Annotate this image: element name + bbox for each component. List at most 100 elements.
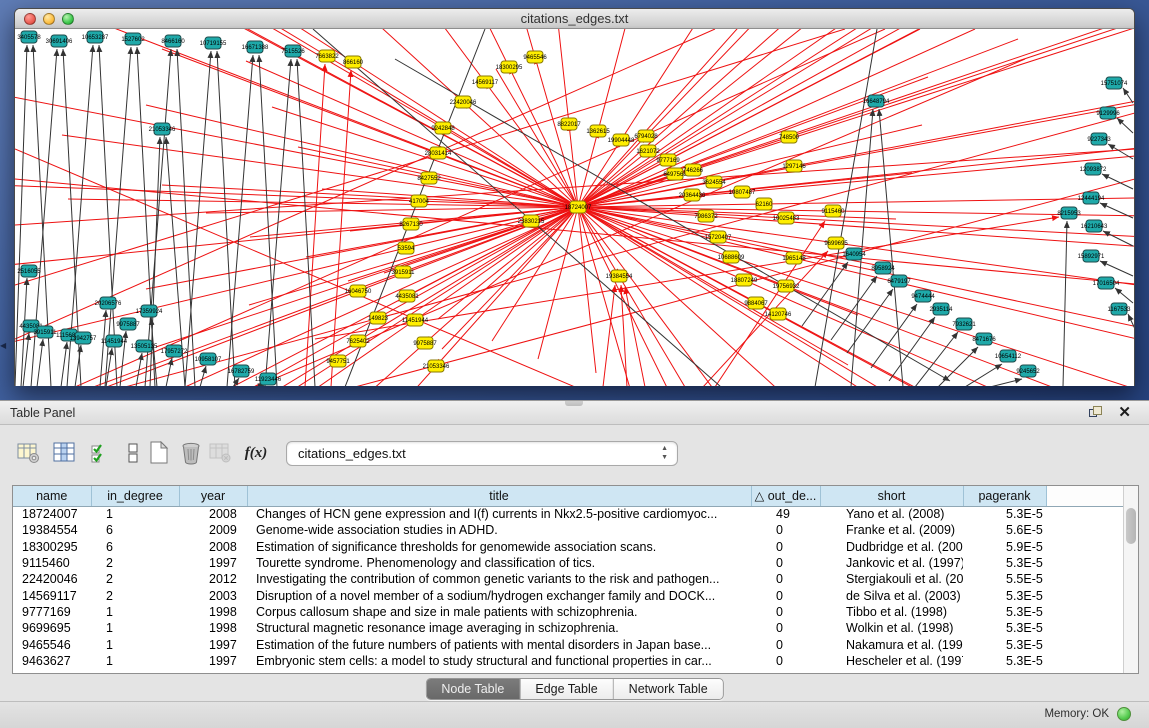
graph-node[interactable]: 9474444 [911, 290, 935, 302]
table-cell[interactable]: 5.3E-5 [963, 620, 1046, 636]
graph-node[interactable]: 8466160 [161, 35, 185, 47]
column-header-in_degree[interactable]: in_degree [91, 486, 179, 506]
graph-node[interactable]: 9465546 [523, 51, 547, 63]
graph-node[interactable]: 11923446 [255, 373, 282, 385]
table-cell[interactable]: 1997 [179, 555, 247, 571]
graph-node[interactable]: 3915911 [34, 326, 58, 338]
tab-node-table[interactable]: Node Table [426, 679, 520, 699]
tab-network-table[interactable]: Network Table [614, 679, 723, 699]
graph-edge[interactable] [15, 29, 429, 178]
table-cell[interactable]: Corpus callosum shape and size in male p… [247, 604, 751, 620]
graph-edge[interactable] [1117, 118, 1133, 133]
table-cell[interactable]: 0 [751, 636, 820, 652]
graph-node[interactable]: 10654112 [995, 350, 1022, 362]
table-cell[interactable]: 1998 [179, 620, 247, 636]
table-cell[interactable]: 2003 [179, 587, 247, 603]
column-header-out_de[interactable]: △ out_de... [751, 486, 820, 506]
table-cell[interactable]: Stergiakouli et al. (2012) [820, 571, 963, 587]
table-cell[interactable]: Yano et al. (2008) [820, 506, 963, 522]
table-cell[interactable]: Changes of HCN gene expression and I(f) … [247, 506, 751, 522]
table-cell[interactable]: de Silva et al. (2003) [820, 587, 963, 603]
graph-node[interactable]: 11451944 [101, 335, 128, 347]
network-window[interactable]: citations_edges.txt 18724007924284828031… [14, 8, 1135, 386]
graph-node[interactable]: 21053346 [149, 123, 176, 135]
column-header-title[interactable]: title [247, 486, 751, 506]
table-cell[interactable]: 9465546 [13, 636, 91, 652]
trash-icon[interactable] [178, 439, 204, 467]
graph-node[interactable]: 7625402 [346, 335, 370, 347]
graph-node[interactable]: 16210643 [1081, 220, 1108, 232]
graph-node[interactable]: 746266 [683, 164, 704, 176]
column-header-year[interactable]: year [179, 486, 247, 506]
function-builder-icon[interactable]: f(x) [240, 439, 272, 467]
collapse-panel-arrow-icon[interactable]: ◀ [0, 341, 6, 350]
graph-node[interactable]: 149823 [368, 312, 389, 324]
table-cell[interactable]: 6 [91, 539, 179, 555]
graph-edge[interactable] [61, 342, 67, 386]
graph-edge[interactable] [255, 59, 1025, 386]
table-cell[interactable]: Tourette syndrome. Phenomenology and cla… [247, 555, 751, 571]
graph-node[interactable]: 10807487 [729, 186, 756, 198]
table-row[interactable]: 2242004622012Investigating the contribut… [13, 571, 1125, 587]
table-cell[interactable]: 1997 [179, 653, 247, 669]
table-cell[interactable]: Nakamura et al. (1997) [820, 636, 963, 652]
splitter-grip[interactable] [565, 401, 583, 406]
table-cell[interactable]: 5.3E-5 [963, 555, 1046, 571]
graph-node[interactable]: 9242848 [431, 122, 455, 134]
graph-edge[interactable] [619, 276, 865, 386]
graph-node[interactable]: 30691406 [46, 35, 73, 47]
column-header-pagerank[interactable]: pagerank [963, 486, 1046, 506]
table-cell[interactable]: 2008 [179, 506, 247, 522]
column-header-name[interactable]: name [13, 486, 91, 506]
graph-edge[interactable] [794, 29, 1134, 166]
graph-edge[interactable] [200, 366, 206, 386]
graph-node[interactable]: 9227343 [1087, 133, 1111, 145]
graph-edge[interactable] [15, 29, 438, 153]
network-canvas[interactable]: 1872400792428482803141484275524170048267… [15, 29, 1134, 386]
table-cell[interactable]: 2012 [179, 571, 247, 587]
graph-edge[interactable] [1108, 144, 1133, 159]
table-row[interactable]: 946554611997Estimation of the future num… [13, 636, 1125, 652]
table-cell[interactable]: 5.3E-5 [963, 653, 1046, 669]
graph-edge[interactable] [692, 123, 1134, 195]
graph-edge[interactable] [259, 55, 277, 386]
graph-edge[interactable] [1115, 288, 1133, 303]
table-cell[interactable]: 1 [91, 604, 179, 620]
graph-edge[interactable] [1063, 221, 1067, 386]
close-panel-icon[interactable]: ✕ [1118, 404, 1131, 422]
graph-edge[interactable] [515, 29, 569, 124]
graph-edge[interactable] [621, 29, 879, 140]
graph-node[interactable]: 16671388 [242, 41, 269, 53]
table-cell[interactable]: 9463627 [13, 653, 91, 669]
graph-edge[interactable] [578, 140, 621, 207]
graph-node[interactable]: 22420046 [450, 96, 477, 108]
graph-node[interactable]: 9699695 [824, 237, 848, 249]
table-row[interactable]: 1456911722003Disruption of a novel membe… [13, 587, 1125, 603]
graph-edge[interactable] [578, 39, 1018, 207]
new-document-icon[interactable] [146, 439, 172, 467]
graph-node[interactable]: 16782759 [228, 365, 255, 377]
table-cell[interactable]: Jankovic et al. (1997) [820, 555, 963, 571]
graph-edge[interactable] [145, 49, 171, 386]
table-cell[interactable]: 0 [751, 653, 820, 669]
graph-node[interactable]: 2516055 [17, 265, 41, 277]
table-cell[interactable]: 1 [91, 636, 179, 652]
table-cell[interactable]: Estimation of significance thresholds fo… [247, 539, 751, 555]
graph-node[interactable]: 7663822 [315, 50, 339, 62]
table-cell[interactable]: Franke et al. (2009) [820, 522, 963, 538]
graph-node[interactable]: 8822017 [557, 118, 581, 130]
graph-edge[interactable] [815, 29, 877, 386]
row-height-icon[interactable] [120, 439, 146, 467]
table-row[interactable]: 1830029562008Estimation of significance … [13, 539, 1125, 555]
graph-edge[interactable] [786, 286, 1134, 386]
graph-edge[interactable] [831, 276, 877, 340]
table-cell[interactable]: 1998 [179, 604, 247, 620]
graph-node[interactable]: 9457751 [326, 355, 350, 367]
graph-node[interactable]: 9115460 [822, 205, 846, 217]
table-cell[interactable]: 2 [91, 587, 179, 603]
table-cell[interactable]: Genome-wide association studies in ADHD. [247, 522, 751, 538]
network-window-titlebar[interactable]: citations_edges.txt [15, 9, 1134, 29]
graph-node[interactable]: 9975887 [413, 337, 437, 349]
graph-edge[interactable] [706, 216, 1134, 270]
table-cell[interactable]: 14569117 [13, 587, 91, 603]
